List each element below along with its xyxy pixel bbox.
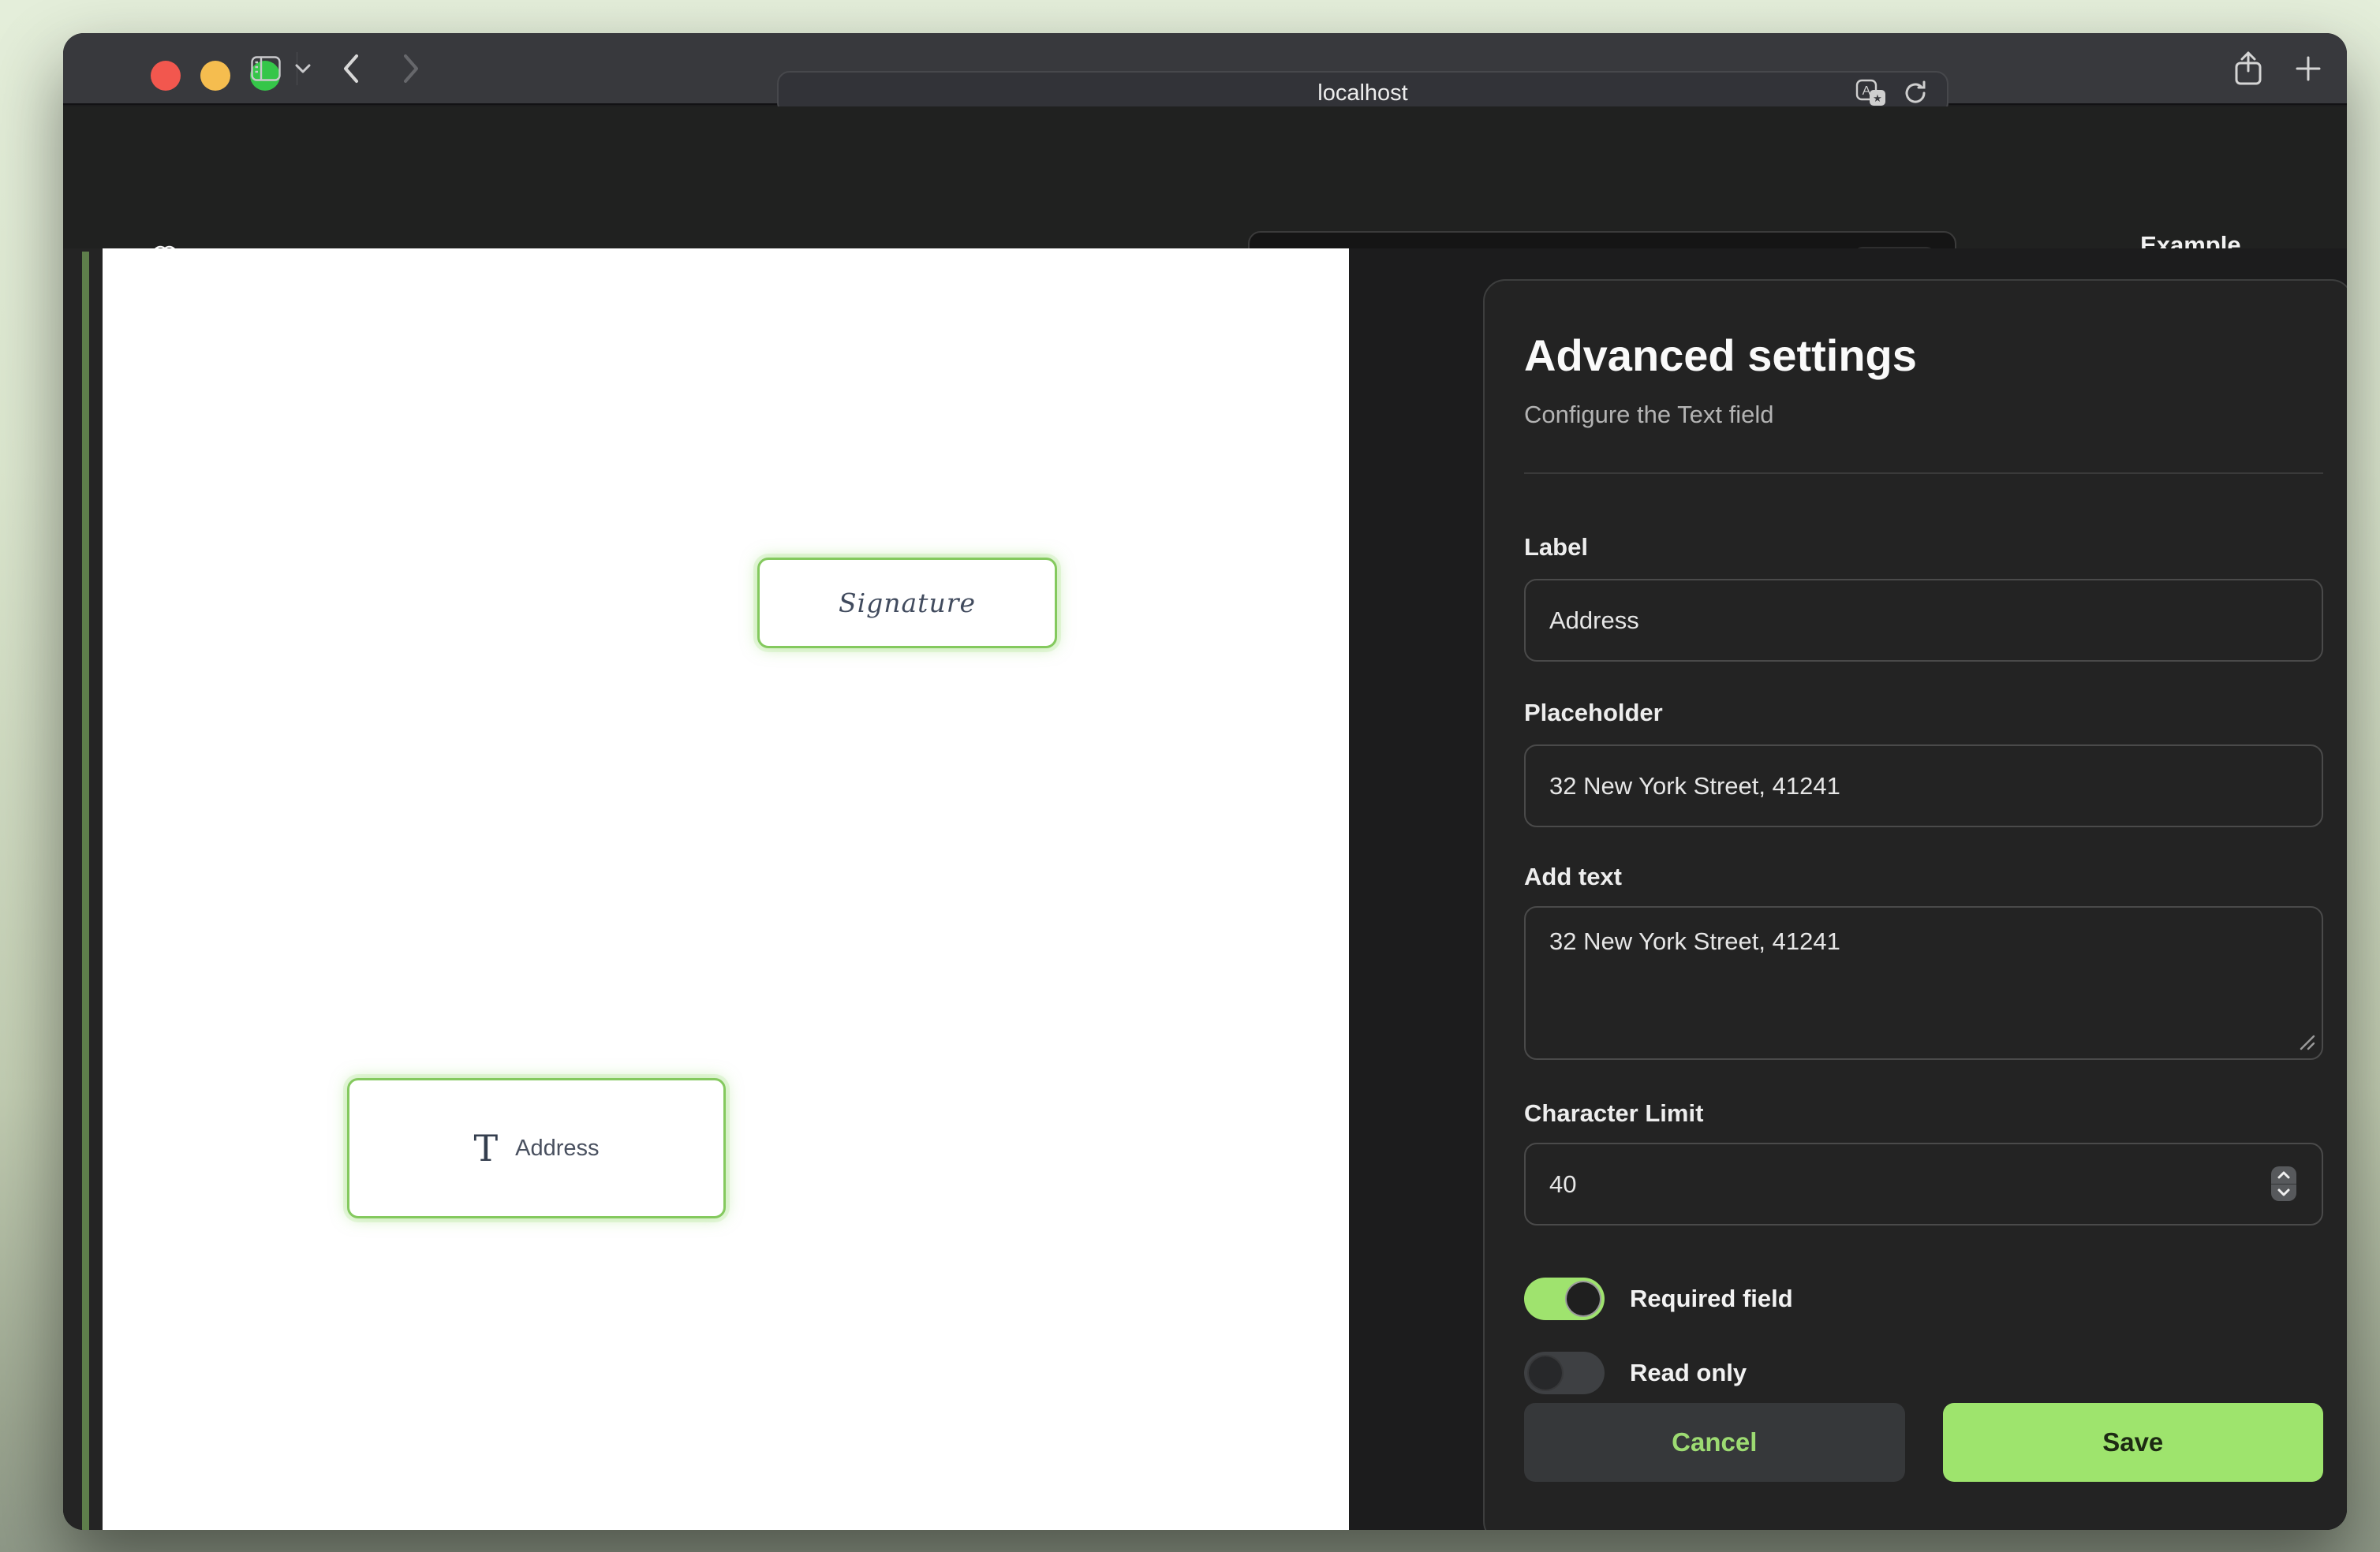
required-field-toggle[interactable] [1524, 1278, 1605, 1320]
text-field-icon: T [473, 1130, 498, 1166]
sidebar-toggle-icon[interactable] [251, 56, 281, 81]
address-bar-url: localhost [1317, 80, 1407, 106]
stepper-down-icon[interactable] [2271, 1185, 2296, 1202]
required-field-label: Required field [1630, 1285, 1793, 1313]
add-text-field-label: Add text [1524, 863, 1622, 891]
app-header: Documenso Documents Templates Search ⌘+K… [63, 106, 2347, 248]
browser-toolbar: localhost A ★ [63, 33, 2347, 105]
field-palette-indicator [82, 252, 89, 1530]
toggle-knob [1565, 1281, 1601, 1317]
close-window-button[interactable] [151, 61, 181, 91]
share-icon[interactable] [2232, 50, 2264, 87]
label-field-label: Label [1524, 533, 1588, 561]
panel-divider [1524, 472, 2323, 474]
panel-actions: Cancel Save [1524, 1403, 2323, 1482]
new-tab-icon[interactable] [2292, 53, 2324, 84]
save-button[interactable]: Save [1943, 1403, 2324, 1482]
advanced-settings-panel: Advanced settings Configure the Text fie… [1483, 279, 2347, 1530]
back-button[interactable] [341, 52, 361, 85]
add-text-textarea[interactable]: 32 New York Street, 41241 [1524, 906, 2323, 1060]
signature-field[interactable]: Signature [757, 558, 1057, 648]
panel-title: Advanced settings [1524, 330, 1917, 381]
browser-window: localhost A ★ [63, 33, 2347, 1530]
reload-icon[interactable] [1901, 79, 1930, 107]
read-only-label: Read only [1630, 1359, 1747, 1387]
placeholder-field-label: Placeholder [1524, 699, 1663, 727]
character-limit-label: Character Limit [1524, 1099, 1703, 1128]
stepper-up-icon[interactable] [2271, 1166, 2296, 1185]
desktop: localhost A ★ [0, 0, 2380, 1552]
chevron-down-icon[interactable] [293, 62, 312, 75]
forward-button[interactable] [401, 52, 421, 85]
placeholder-input[interactable] [1524, 744, 2323, 827]
number-stepper[interactable] [2271, 1166, 2296, 1201]
read-only-toggle[interactable] [1524, 1352, 1605, 1394]
toggle-knob [1527, 1355, 1564, 1391]
signature-field-label: Signature [839, 588, 976, 618]
text-field-label: Address [515, 1136, 599, 1162]
panel-subtitle: Configure the Text field [1524, 401, 1774, 429]
svg-text:★: ★ [1873, 93, 1882, 105]
text-field-address[interactable]: T Address [347, 1078, 726, 1218]
translate-icon[interactable]: A ★ [1855, 79, 1887, 107]
required-field-row: Required field [1524, 1278, 1793, 1320]
cancel-button[interactable]: Cancel [1524, 1403, 1905, 1482]
textarea-resize-handle[interactable] [2296, 1032, 2317, 1052]
minimize-window-button[interactable] [200, 61, 230, 91]
document-page: Signature T Address [103, 248, 1349, 1530]
character-limit-input[interactable] [1524, 1143, 2323, 1226]
left-rail [63, 248, 103, 1530]
read-only-row: Read only [1524, 1352, 1747, 1394]
label-input[interactable] [1524, 579, 2323, 662]
